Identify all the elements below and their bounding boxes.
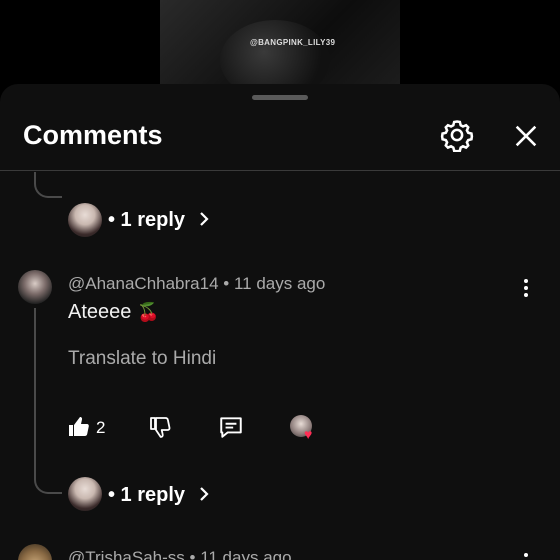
like-count: 2 bbox=[96, 418, 106, 437]
reply-count-label: • 1 reply bbox=[108, 209, 186, 231]
more-options-icon[interactable] bbox=[516, 550, 536, 560]
translate-link[interactable]: Translate to Hindi bbox=[68, 348, 216, 370]
reply-avatar bbox=[68, 477, 102, 511]
video-frame bbox=[220, 20, 330, 84]
more-options-icon[interactable] bbox=[516, 276, 536, 300]
comment-meta: @TrishaSah-ss • 11 days ago bbox=[68, 548, 292, 560]
comment-body: Ateeee bbox=[68, 301, 132, 323]
reply-comment-icon[interactable] bbox=[218, 414, 244, 440]
drag-handle[interactable] bbox=[252, 95, 308, 100]
video-player[interactable]: @BANGPINK_LILY39 bbox=[160, 0, 400, 84]
close-icon[interactable] bbox=[512, 122, 540, 150]
thread-line bbox=[34, 308, 36, 468]
reply-avatar bbox=[68, 203, 102, 237]
view-replies-link[interactable]: • 1 reply bbox=[108, 484, 211, 507]
comment-time: • 11 days ago bbox=[223, 274, 326, 293]
reply-count-label: • 1 reply bbox=[108, 484, 186, 506]
gear-icon[interactable] bbox=[440, 118, 474, 152]
avatar[interactable] bbox=[18, 270, 52, 304]
avatar[interactable] bbox=[18, 544, 52, 560]
heart-icon: ♥ bbox=[304, 426, 313, 442]
page-title: Comments bbox=[23, 120, 163, 150]
dislike-icon[interactable] bbox=[148, 415, 172, 439]
view-replies-link[interactable]: • 1 reply bbox=[108, 209, 211, 232]
thread-connector bbox=[34, 172, 62, 198]
comment-text: Ateeee 🍒 bbox=[68, 301, 159, 324]
comment-author[interactable]: @TrishaSah-ss bbox=[68, 548, 185, 560]
chevron-right-icon bbox=[199, 212, 209, 226]
chevron-right-icon bbox=[199, 487, 209, 501]
like-icon[interactable] bbox=[67, 415, 91, 439]
cherry-emoji: 🍒 bbox=[136, 302, 160, 322]
comment-author[interactable]: @AhanaChhabra14 bbox=[68, 274, 219, 293]
video-watermark: @BANGPINK_LILY39 bbox=[250, 38, 336, 47]
comment-meta: @AhanaChhabra14 • 11 days ago bbox=[68, 274, 325, 294]
comment-time: • 11 days ago bbox=[189, 548, 292, 560]
comments-sheet: Comments • 1 reply @AhanaChhabra14 • 11 … bbox=[0, 84, 560, 560]
thread-connector bbox=[34, 468, 62, 494]
header-divider bbox=[0, 170, 560, 171]
